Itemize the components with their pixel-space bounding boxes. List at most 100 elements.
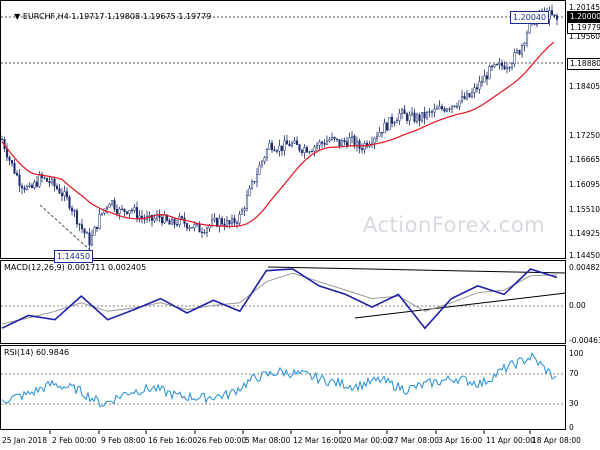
price-candle [318, 139, 321, 151]
price-candle [468, 92, 471, 98]
price-candle [138, 210, 141, 223]
price-candle [8, 155, 11, 166]
price-candle [263, 155, 266, 165]
price-candle [5, 143, 9, 162]
price-candle [443, 106, 446, 113]
price-candle [265, 147, 269, 162]
price-candle [450, 105, 454, 114]
price-candle [28, 182, 31, 188]
time-axis-label: 12 Mar 16:00 [293, 436, 344, 445]
price-candle [120, 204, 124, 211]
price-candle [300, 148, 304, 156]
price-candle [440, 103, 444, 112]
price-candle [65, 187, 69, 201]
price-candle [520, 43, 524, 58]
price-candle [480, 75, 484, 87]
price-candle [13, 159, 16, 175]
time-axis-label: 27 Mar 08:00 [389, 436, 440, 445]
macd-axis-label: -0.004632 [569, 336, 600, 345]
price-candle [360, 143, 364, 154]
price-candle [473, 83, 476, 99]
price-candle [18, 169, 21, 193]
price-candle [555, 13, 559, 25]
price-candle [303, 144, 306, 159]
price-candle [70, 205, 74, 216]
price-candle [58, 183, 61, 194]
rsi-axis-label: 0 [569, 423, 574, 432]
price-candle [328, 136, 331, 143]
price-candle [453, 105, 456, 108]
price-candle [283, 135, 286, 156]
rsi-axis-label: 30 [569, 399, 579, 408]
rsi-label: RSI(14) 60.9846 [4, 348, 70, 357]
price-candle [495, 63, 499, 66]
price-candle [408, 111, 411, 126]
price-candle [375, 131, 379, 143]
price-candle [185, 222, 189, 232]
price-candle [475, 83, 479, 93]
price-candle [100, 212, 104, 216]
price-candle [43, 176, 46, 180]
price-candle [48, 177, 51, 188]
price-candle [245, 189, 249, 212]
price-candle [433, 103, 436, 117]
price-candle [390, 113, 394, 128]
price-candle [448, 107, 451, 113]
price-candle [60, 188, 64, 202]
price-candle [445, 108, 449, 113]
rsi-line [1, 352, 557, 408]
price-candle [330, 132, 334, 141]
price-candle [178, 212, 181, 228]
macd-pane-frame [0, 260, 566, 344]
price-candle [53, 176, 56, 192]
price-candle [55, 183, 59, 191]
price-candle [340, 138, 344, 146]
price-candle [188, 224, 191, 232]
price-candle [343, 137, 346, 146]
price-candle [365, 140, 369, 149]
price-candle [418, 112, 421, 127]
price-candle [413, 108, 416, 124]
rsi-axis-label: 100 [569, 349, 584, 358]
price-candle [395, 117, 399, 123]
price-candle [175, 219, 179, 227]
price-candle [0, 135, 4, 141]
price-candle [113, 197, 116, 212]
price-candle [455, 102, 459, 109]
price-candle [515, 48, 519, 55]
price-candle [98, 208, 101, 230]
price-candle [128, 209, 131, 218]
price-candle [88, 228, 91, 250]
price-candle [270, 139, 274, 153]
price-candle [518, 49, 521, 56]
price-candle [103, 208, 106, 216]
price-candle [483, 69, 486, 83]
price-candle [373, 136, 376, 150]
price-candle [223, 218, 226, 231]
price-candle [478, 75, 481, 94]
price-candle [508, 66, 511, 72]
price-candle [75, 208, 79, 228]
price-candle [470, 88, 474, 99]
price-axis-label: 1.19560 [569, 32, 600, 41]
price-candle [425, 110, 429, 121]
price-candle [435, 104, 439, 110]
price-candle [33, 179, 36, 190]
price-candle [278, 139, 281, 157]
time-axis-label: 9 Feb 08:00 [101, 436, 146, 445]
price-candle [15, 170, 19, 177]
price-candle [158, 209, 161, 222]
price-candle [125, 211, 129, 215]
price-candle [335, 138, 339, 143]
price-candle [93, 225, 96, 236]
price-candle [400, 107, 404, 120]
price-candle [295, 136, 299, 145]
price-candle [250, 179, 254, 190]
price-candle [145, 210, 149, 223]
price-candle [253, 181, 256, 185]
price-candle [383, 118, 386, 134]
price-candle [63, 185, 66, 202]
price-candle [203, 228, 206, 235]
time-axis-label: 25 Jan 2018 [2, 436, 47, 445]
price-candle [380, 132, 384, 138]
